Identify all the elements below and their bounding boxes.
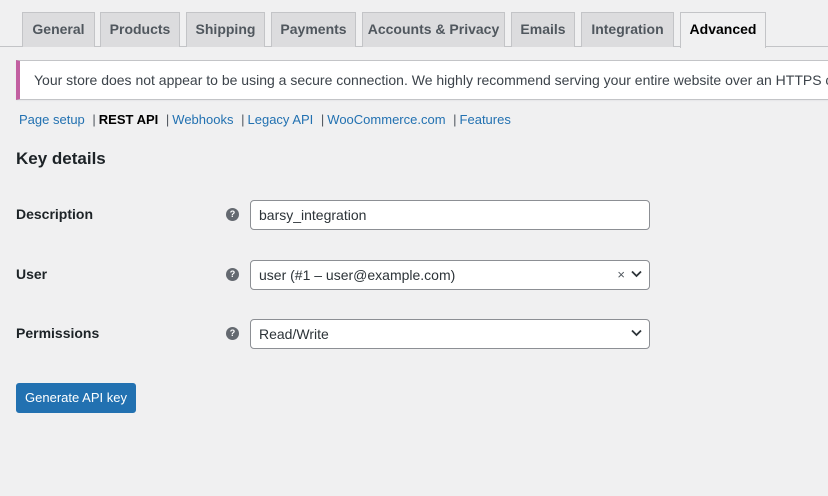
advanced-subnav: Page setup | REST API | Webhooks | Legacy A… (19, 112, 511, 130)
tab-payments[interactable]: Payments (271, 12, 356, 47)
woocommerce-settings-page: General Products Shipping Payments Accou… (0, 0, 828, 496)
description-input[interactable]: barsy_integration (250, 200, 650, 230)
chevron-down-icon (631, 329, 642, 337)
subnav-legacy-api[interactable]: Legacy API (248, 112, 314, 127)
permissions-label: Permissions (16, 325, 100, 341)
user-select[interactable]: user (#1 – user@example.com) × (250, 260, 650, 290)
tab-general[interactable]: General (22, 12, 95, 47)
user-select-value: user (#1 – user@example.com) (259, 267, 456, 283)
user-help-icon[interactable]: ? (226, 268, 239, 281)
permissions-select-value: Read/Write (259, 326, 329, 342)
key-details-heading: Key details (16, 149, 106, 168)
subnav-features[interactable]: Features (460, 112, 511, 127)
clear-selection-icon[interactable]: × (617, 261, 625, 289)
notice-text: Your store does not appear to be using a… (34, 72, 828, 88)
settings-tab-bar: General Products Shipping Payments Accou… (0, 0, 828, 48)
chevron-down-icon (631, 270, 642, 278)
subnav-separator: | (453, 112, 457, 127)
tab-advanced[interactable]: Advanced (680, 12, 766, 48)
subnav-page-setup[interactable]: Page setup (19, 112, 85, 127)
user-label: User (16, 266, 48, 282)
description-help-icon[interactable]: ? (226, 208, 239, 221)
subnav-rest-api[interactable]: REST API (99, 112, 158, 127)
https-warning-notice: Your store does not appear to be using a… (16, 60, 828, 100)
tab-emails[interactable]: Emails (511, 12, 575, 47)
tab-products[interactable]: Products (100, 12, 180, 47)
permissions-help-icon[interactable]: ? (226, 327, 239, 340)
subnav-separator: | (92, 112, 96, 127)
subnav-webhooks[interactable]: Webhooks (172, 112, 233, 127)
subnav-separator: | (320, 112, 325, 127)
tab-accounts-privacy[interactable]: Accounts & Privacy (362, 12, 505, 47)
subnav-separator: | (165, 112, 170, 127)
subnav-separator: | (241, 112, 245, 127)
tab-shipping[interactable]: Shipping (186, 12, 265, 47)
description-label: Description (16, 206, 94, 222)
generate-api-key-button[interactable]: Generate API key (16, 383, 136, 413)
permissions-select[interactable]: Read/Write (250, 319, 650, 349)
tab-integration[interactable]: Integration (581, 12, 674, 47)
subnav-woocommerce-com[interactable]: WooCommerce.com (327, 112, 445, 127)
